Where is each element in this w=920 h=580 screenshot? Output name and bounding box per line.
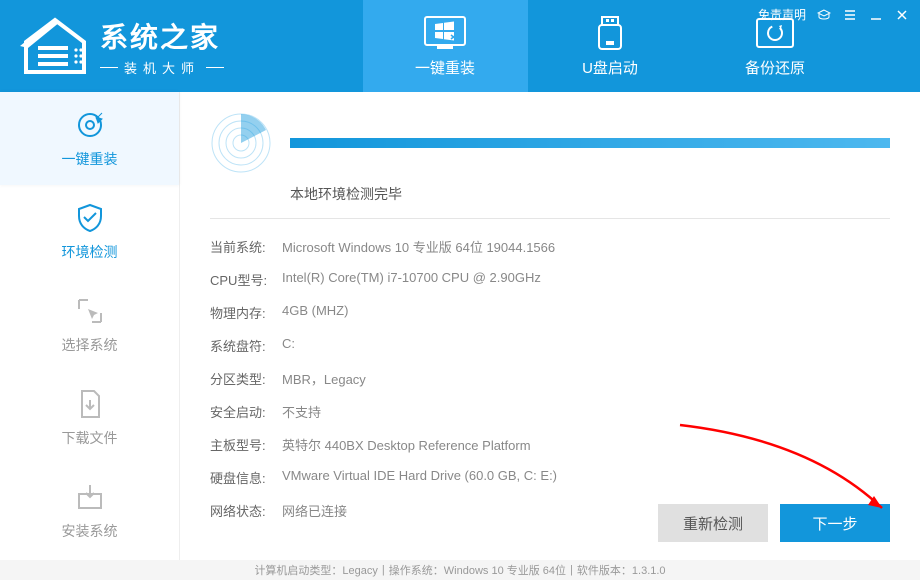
sidebar-item-select-system[interactable]: 选择系统 xyxy=(0,278,179,371)
tab-label: U盘启动 xyxy=(582,57,638,78)
action-buttons: 重新检测 下一步 xyxy=(658,504,890,542)
progress-title: 本地环境检测完毕 xyxy=(290,184,890,204)
sidebar: 一键重装 环境检测 选择系统 下载文件 安装系统 xyxy=(0,92,180,560)
app-header: 系统之家 装机大师 一键重装 U盘启动 xyxy=(0,0,920,92)
info-cpu: CPU型号:Intel(R) Core(TM) i7-10700 CPU @ 2… xyxy=(210,270,890,289)
sidebar-item-env-check[interactable]: 环境检测 xyxy=(0,185,179,278)
info-memory: 物理内存:4GB (MHZ) xyxy=(210,303,890,322)
info-current-system: 当前系统:Microsoft Windows 10 专业版 64位 19044.… xyxy=(210,237,890,256)
sidebar-item-label: 选择系统 xyxy=(62,335,118,355)
sidebar-item-label: 环境检测 xyxy=(62,242,118,262)
progress-bar xyxy=(290,138,890,148)
windows-icon xyxy=(423,15,467,51)
footer-os: 操作系统：Windows 10 专业版 64位 xyxy=(389,562,566,578)
graduation-icon[interactable] xyxy=(816,7,832,23)
sidebar-item-label: 一键重装 xyxy=(62,149,118,169)
sidebar-item-label: 下载文件 xyxy=(62,428,118,448)
close-icon[interactable] xyxy=(894,7,910,23)
tab-reinstall[interactable]: 一键重装 xyxy=(363,0,528,92)
logo-area: 系统之家 装机大师 xyxy=(0,0,300,92)
cursor-box-icon xyxy=(74,295,106,327)
brand-title: 系统之家 xyxy=(100,16,224,56)
divider xyxy=(210,218,890,219)
info-disk: 硬盘信息:VMware Virtual IDE Hard Drive (60.0… xyxy=(210,468,890,487)
sidebar-item-install[interactable]: 安装系统 xyxy=(0,464,179,557)
house-logo-icon xyxy=(20,16,90,76)
next-button[interactable]: 下一步 xyxy=(780,504,890,542)
footer-boot-type: 计算机启动类型：Legacy xyxy=(254,562,377,578)
info-secure-boot: 安全启动:不支持 xyxy=(210,402,890,421)
progress-row xyxy=(210,112,890,174)
brand-subtitle: 装机大师 xyxy=(100,58,224,77)
recheck-button[interactable]: 重新检测 xyxy=(658,504,768,542)
footer-version: 软件版本：1.3.1.0 xyxy=(577,562,666,578)
tab-usb-boot[interactable]: U盘启动 xyxy=(528,0,693,92)
target-icon xyxy=(74,109,106,141)
sidebar-item-reinstall[interactable]: 一键重装 xyxy=(0,92,179,185)
info-motherboard: 主板型号:英特尔 440BX Desktop Reference Platfor… xyxy=(210,435,890,454)
window-controls: 免责声明 xyxy=(758,6,910,23)
sidebar-item-label: 安装系统 xyxy=(62,521,118,541)
content-panel: 本地环境检测完毕 当前系统:Microsoft Windows 10 专业版 6… xyxy=(180,92,920,560)
minimize-icon[interactable] xyxy=(868,7,884,23)
tab-label: 备份还原 xyxy=(745,57,805,78)
info-partition: 分区类型:MBR，Legacy xyxy=(210,369,890,388)
menu-icon[interactable] xyxy=(842,7,858,23)
usb-icon xyxy=(588,15,632,51)
shield-check-icon xyxy=(74,202,106,234)
sidebar-item-download[interactable]: 下载文件 xyxy=(0,371,179,464)
radar-icon xyxy=(210,112,272,174)
file-download-icon xyxy=(74,388,106,420)
status-bar: 计算机启动类型：Legacy | 操作系统：Windows 10 专业版 64位… xyxy=(0,560,920,580)
install-box-icon xyxy=(74,481,106,513)
body: 一键重装 环境检测 选择系统 下载文件 安装系统 xyxy=(0,92,920,560)
tab-label: 一键重装 xyxy=(415,57,475,78)
disclaimer-link[interactable]: 免责声明 xyxy=(758,6,806,23)
info-system-drive: 系统盘符:C: xyxy=(210,336,890,355)
